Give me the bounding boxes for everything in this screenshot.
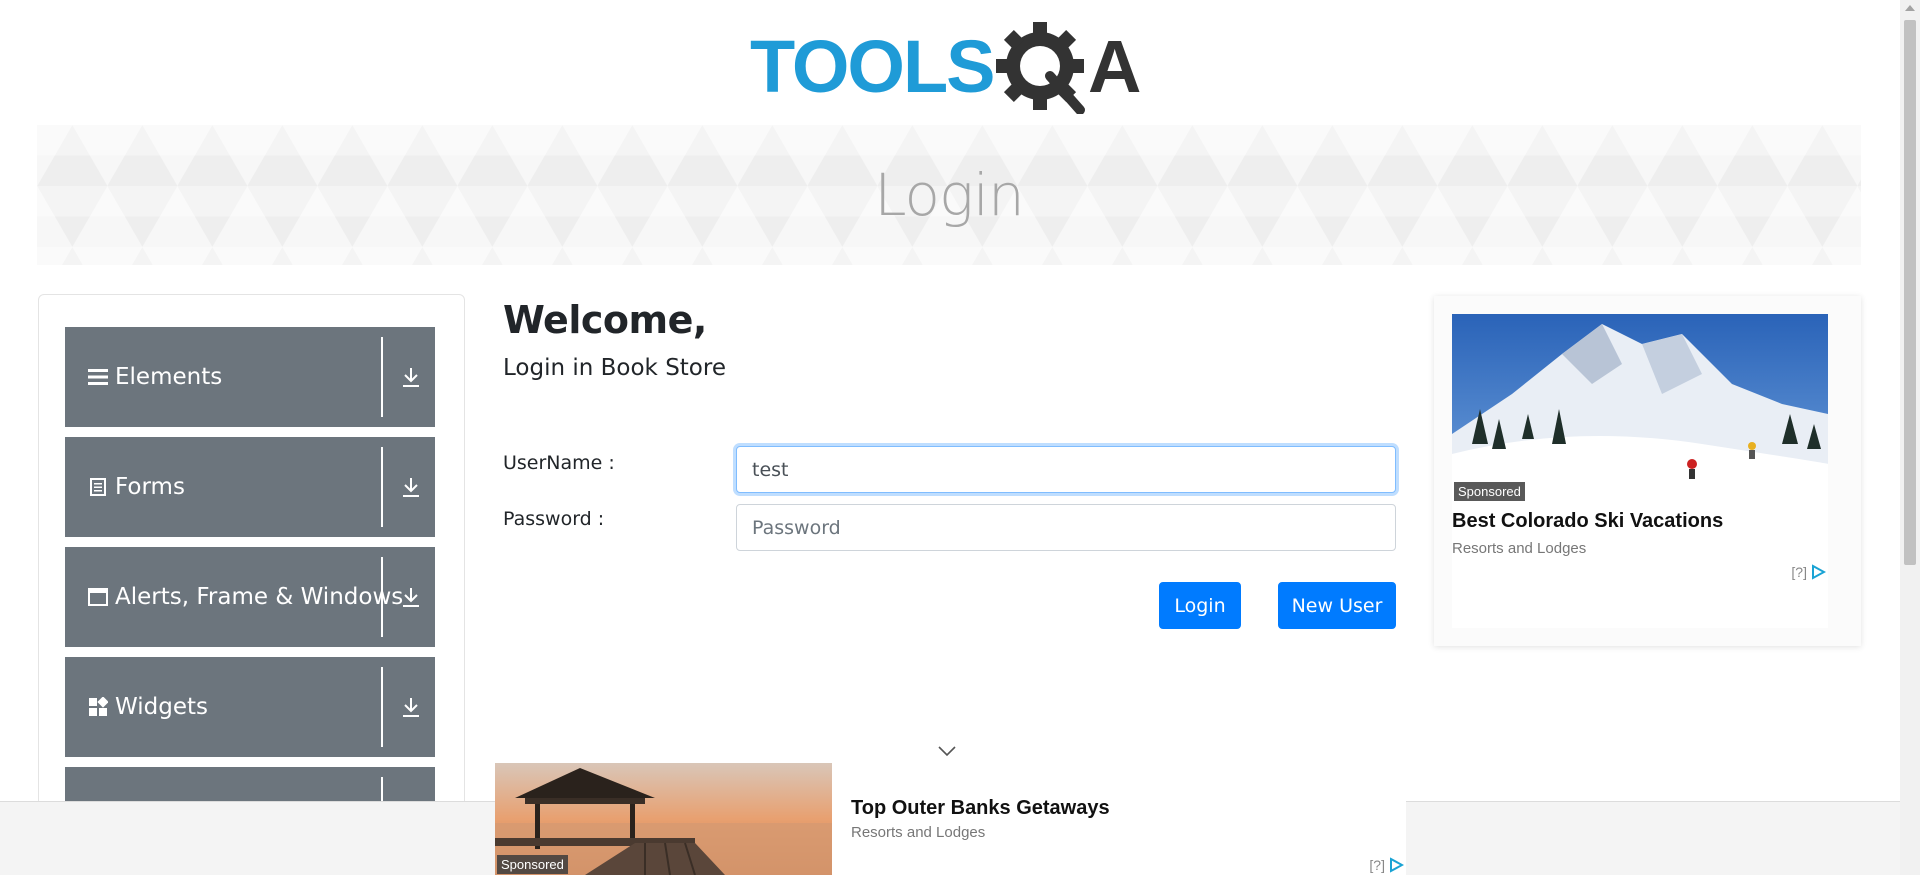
password-label: Password : [503,508,605,530]
left-panel: Elements Forms Alerts, Frame & Windows W… [38,294,465,814]
advertisement-bottom[interactable]: Sponsored Top Outer Banks Getaways Resor… [495,763,1406,875]
sponsored-badge: Sponsored [1454,482,1525,501]
advertisement-right[interactable]: Sponsored Best Colorado Ski Vacations Re… [1434,296,1861,646]
password-input[interactable] [736,504,1396,551]
nav-group-label: Elements [115,364,223,390]
divider [381,667,383,747]
nav-group-widgets[interactable]: Widgets [65,657,435,757]
grid-icon [87,696,109,718]
document-icon [87,476,109,498]
username-input[interactable] [736,446,1396,493]
adchoices-icon [1812,564,1826,580]
logo-text-a: A [1088,25,1141,108]
download-arrow-icon[interactable] [399,475,423,499]
ad-info-mark[interactable]: [?] [1791,564,1807,580]
download-arrow-icon[interactable] [399,365,423,389]
welcome-heading: Welcome, [503,298,707,342]
login-button[interactable]: Login [1159,582,1241,629]
login-subtitle: Login in Book Store [503,355,726,381]
logo-text-tools: TOOLS [750,25,994,108]
nav-group-alerts-frame-windows[interactable]: Alerts, Frame & Windows [65,547,435,647]
nav-group-label: Alerts, Frame & Windows [115,584,404,610]
download-arrow-icon[interactable] [399,585,423,609]
scroll-up-arrow-icon[interactable] [1905,5,1915,11]
ad-card[interactable]: Sponsored Best Colorado Ski Vacations Re… [1452,314,1828,628]
nav-group-forms[interactable]: Forms [65,437,435,537]
ad-choices[interactable]: [?] [1369,857,1404,873]
divider [381,447,383,527]
ad-info-mark[interactable]: [?] [1369,857,1385,873]
divider [381,557,383,637]
ad-choices[interactable]: [?] [1791,564,1826,580]
page-banner: Login [37,125,1861,265]
scroll-thumb[interactable] [1904,20,1916,565]
username-label: UserName : [503,452,615,474]
ad-title[interactable]: Best Colorado Ski Vacations [1452,510,1723,533]
divider [381,337,383,417]
new-user-button[interactable]: New User [1278,582,1396,629]
ad-title[interactable]: Top Outer Banks Getaways [851,797,1110,820]
nav-group-label: Forms [115,474,185,500]
vertical-scrollbar[interactable] [1900,0,1920,875]
nav-group-label: Widgets [115,694,208,720]
adchoices-icon [1390,857,1404,873]
ad-subtitle: Resorts and Lodges [1452,540,1587,557]
download-arrow-icon[interactable] [399,695,423,719]
page-title: Login [874,161,1024,229]
ad-image-ski[interactable] [1452,314,1828,502]
gear-icon [996,22,1085,115]
nav-group-elements[interactable]: Elements [65,327,435,427]
chevron-down-icon[interactable] [937,744,957,758]
ad-subtitle: Resorts and Lodges [851,824,986,841]
window-icon [87,586,109,608]
hamburger-icon [87,366,109,388]
toolsqa-logo[interactable]: TOOLS A [750,18,1154,115]
sponsored-badge: Sponsored [497,855,568,874]
